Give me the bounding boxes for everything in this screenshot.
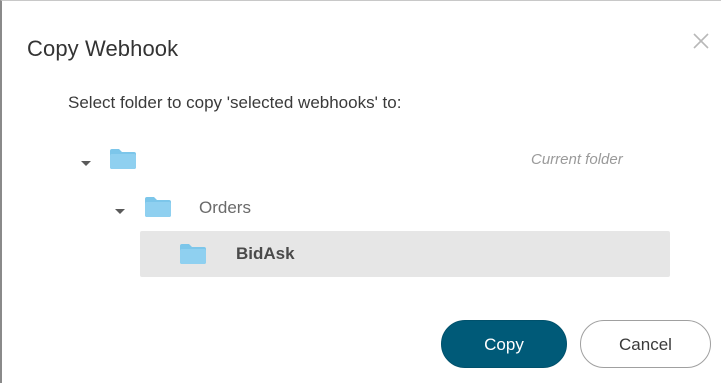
cancel-button[interactable]: Cancel bbox=[580, 320, 711, 368]
caret-down-icon[interactable] bbox=[80, 156, 94, 166]
folder-icon bbox=[144, 196, 172, 218]
copy-button[interactable]: Copy bbox=[441, 320, 567, 368]
caret-down-icon[interactable] bbox=[114, 204, 128, 214]
dialog-instruction: Select folder to copy 'selected webhooks… bbox=[68, 93, 402, 112]
tree-item-label: Orders bbox=[199, 198, 251, 217]
current-folder-note: Current folder bbox=[531, 151, 623, 168]
folder-icon bbox=[109, 148, 137, 170]
tree-item-bidask[interactable]: BidAsk bbox=[140, 231, 670, 277]
copy-webhook-dialog: Copy Webhook Select folder to copy 'sele… bbox=[2, 1, 721, 383]
folder-icon bbox=[179, 243, 207, 265]
close-icon bbox=[693, 33, 709, 49]
close-button[interactable] bbox=[690, 30, 712, 52]
dialog-title: Copy Webhook bbox=[27, 36, 179, 61]
tree-item-label: BidAsk bbox=[236, 244, 295, 263]
screen-frame: Copy Webhook Select folder to copy 'sele… bbox=[0, 0, 721, 383]
